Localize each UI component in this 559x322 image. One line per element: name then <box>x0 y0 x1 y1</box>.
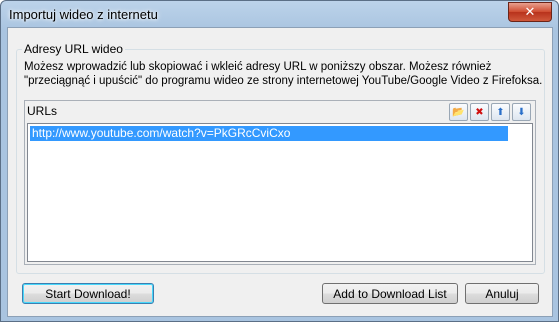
delete-url-button[interactable]: ✖ <box>470 103 489 121</box>
window-title: Importuj wideo z internetu <box>9 7 158 22</box>
add-to-download-list-button[interactable]: Add to Download List <box>322 283 458 304</box>
delete-icon: ✖ <box>475 106 484 118</box>
dialog-window: Importuj wideo z internetu ✕ Adresy URL … <box>0 0 559 322</box>
open-folder-icon: 📂 <box>452 106 465 118</box>
open-folder-button[interactable]: 📂 <box>449 103 468 121</box>
list-item[interactable]: http://www.youtube.com/watch?v=PkGRcCviC… <box>30 126 508 141</box>
start-download-button[interactable]: Start Download! <box>22 283 154 304</box>
urls-panel: URLs 📂 ✖ ⬆ ⬇ http://www.youtube.com/watc… <box>24 100 536 265</box>
cancel-button[interactable]: Anuluj <box>465 283 539 304</box>
move-down-button[interactable]: ⬇ <box>512 103 531 121</box>
group-legend: Adresy URL wideo <box>22 42 125 56</box>
urls-label: URLs <box>27 104 58 118</box>
move-down-icon: ⬇ <box>517 106 526 118</box>
close-icon: ✕ <box>524 4 536 20</box>
close-button[interactable]: ✕ <box>508 2 552 22</box>
title-bar[interactable]: Importuj wideo z internetu ✕ <box>1 1 558 27</box>
dialog-client-area: Adresy URL wideo Możesz wprowadzić lub s… <box>7 27 553 317</box>
group-description: Możesz wprowadzić lub skopiować i wkleić… <box>24 61 543 87</box>
urls-header: URLs 📂 ✖ ⬆ ⬇ <box>25 101 535 122</box>
url-list[interactable]: http://www.youtube.com/watch?v=PkGRcCviC… <box>27 123 533 262</box>
move-up-button[interactable]: ⬆ <box>491 103 510 121</box>
move-up-icon: ⬆ <box>496 106 505 118</box>
